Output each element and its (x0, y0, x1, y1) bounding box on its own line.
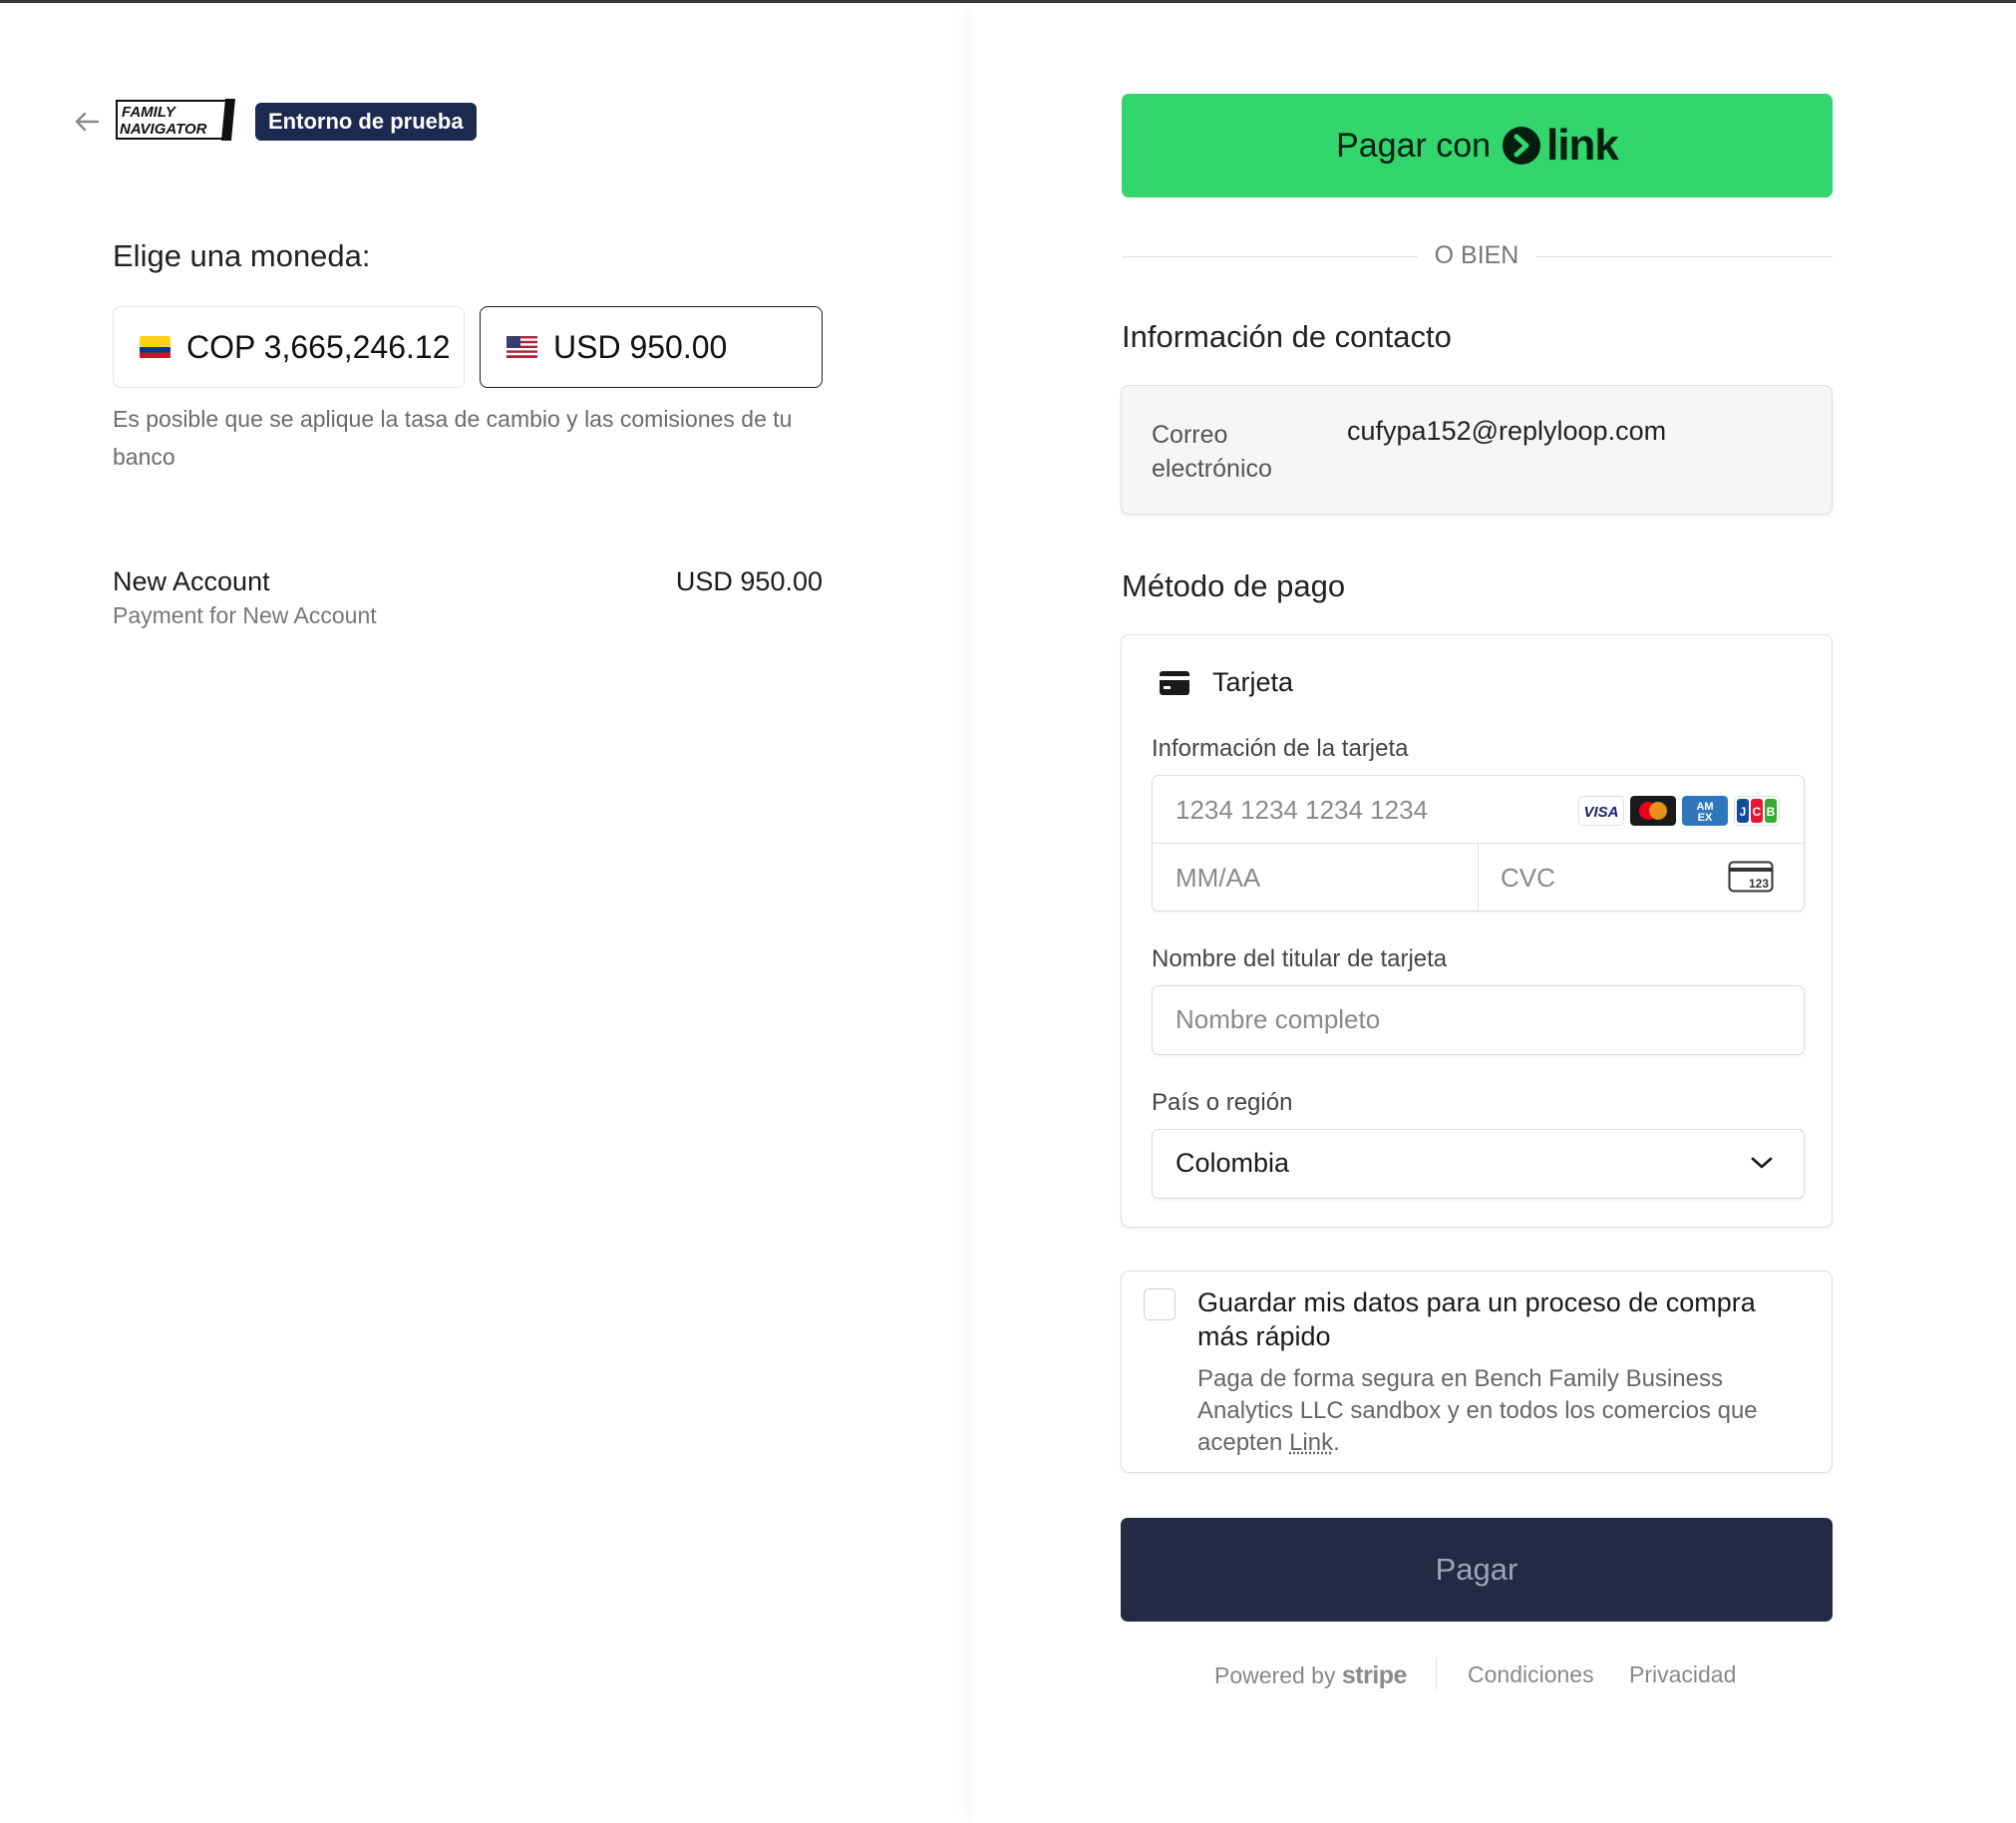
currency-option-label: COP 3,665,246.12 (186, 328, 451, 365)
country-label: País o región (1152, 1089, 1293, 1116)
link-logo-icon (1503, 127, 1541, 165)
svg-text:VISA: VISA (1583, 804, 1618, 821)
contact-email-field[interactable]: Correo electrónico cufypa152@replyloop.c… (1121, 385, 1833, 515)
pay-with-link-label: Pagar con (1336, 126, 1492, 165)
currency-option-cop[interactable]: COP 3,665,246.12 (113, 306, 465, 388)
order-summary-panel: FAMILY NAVIGATOR Entorno de prueba Elige… (0, 3, 972, 1823)
currency-option-label: USD 950.00 (553, 328, 728, 365)
save-info-title: Guardar mis datos para un proceso de com… (1197, 1287, 1756, 1351)
card-tab-label: Tarjeta (1212, 667, 1294, 697)
card-icon (1160, 671, 1189, 695)
save-info-description: Paga de forma segura en Bench Family Bus… (1197, 1363, 1816, 1459)
privacy-link[interactable]: Privacidad (1629, 1661, 1736, 1688)
pay-button[interactable]: Pagar (1121, 1518, 1833, 1622)
link-brand-word: link (1546, 121, 1619, 170)
svg-text:EX: EX (1698, 812, 1713, 824)
cardholder-label: Nombre del titular de tarjeta (1152, 945, 1448, 972)
svg-text:NAVIGATOR: NAVIGATOR (120, 121, 207, 138)
jcb-icon: J C B (1734, 796, 1780, 826)
footer-separator (1436, 1657, 1437, 1689)
card-number-input[interactable]: 1234 1234 1234 1234 (1176, 795, 1428, 826)
mastercard-icon (1630, 796, 1676, 826)
exchange-rate-note: Es posible que se aplique la tasa de cam… (113, 406, 793, 470)
svg-text:J: J (1740, 805, 1747, 819)
save-info-description-text: Paga de forma segura en Bench Family Bus… (1197, 1365, 1758, 1456)
card-brands: VISA AM EX J C B (1578, 796, 1780, 826)
card-info-label: Información de la tarjeta (1152, 735, 1409, 762)
link-info-link[interactable]: Link (1289, 1429, 1333, 1456)
family-navigator-logo: FAMILY NAVIGATOR (116, 99, 235, 141)
powered-by-text: Powered by (1214, 1662, 1336, 1688)
email-value: cufypa152@replyloop.com (1347, 416, 1667, 446)
colombia-flag-icon (140, 336, 170, 358)
divider-text: O BIEN (1434, 241, 1519, 269)
cardholder-name-input[interactable]: Nombre completo (1152, 985, 1805, 1055)
contact-section-title: Información de contacto (1122, 319, 1452, 354)
expiry-input[interactable]: MM/AA (1176, 863, 1260, 894)
cardholder-placeholder: Nombre completo (1176, 1004, 1381, 1034)
svg-text:FAMILY: FAMILY (122, 104, 177, 121)
payment-section-title: Método de pago (1122, 568, 1346, 603)
pay-with-link-button[interactable]: Pagar con link (1122, 94, 1833, 197)
country-select[interactable]: Colombia (1152, 1129, 1805, 1199)
footer: Powered by stripe Condiciones Privacidad (1121, 1653, 1833, 1693)
svg-text:123: 123 (1749, 877, 1769, 891)
card-group-divider (1478, 844, 1479, 911)
svg-text:C: C (1753, 805, 1762, 819)
chevron-down-icon (1751, 1157, 1773, 1169)
line-item-name: New Account (113, 566, 270, 596)
sandbox-badge: Entorno de prueba (255, 103, 477, 141)
currency-option-usd[interactable]: USD 950.00 (480, 306, 823, 388)
line-item-price: USD 950.00 (675, 566, 823, 596)
save-info-panel: Guardar mis datos para un proceso de com… (1121, 1271, 1833, 1473)
payment-method-card-panel: Tarjeta Información de la tarjeta 1234 1… (1121, 634, 1833, 1228)
visa-icon: VISA (1578, 796, 1624, 826)
currency-title: Elige una moneda: (113, 238, 371, 273)
line-item-description: Payment for New Account (113, 602, 377, 628)
back-arrow-icon[interactable] (72, 107, 102, 137)
divider-line-left (1122, 256, 1418, 257)
save-info-description-end: . (1333, 1429, 1340, 1456)
divider-line-right (1536, 256, 1833, 257)
cvc-card-icon: 123 (1728, 861, 1774, 893)
powered-by-stripe[interactable]: Powered by stripe (1214, 1661, 1407, 1690)
card-details-group: 1234 1234 1234 1234 VISA AM EX J C B MM/… (1152, 775, 1805, 912)
terms-link[interactable]: Condiciones (1468, 1661, 1594, 1688)
cvc-input[interactable]: CVC (1501, 863, 1555, 894)
stripe-logo: stripe (1341, 1661, 1408, 1689)
amex-icon: AM EX (1682, 796, 1728, 826)
svg-text:B: B (1767, 805, 1776, 819)
us-flag-icon (506, 336, 537, 358)
save-info-checkbox[interactable] (1144, 1288, 1176, 1320)
email-label: Correo electrónico (1152, 421, 1272, 483)
country-selected-value: Colombia (1176, 1148, 1290, 1178)
